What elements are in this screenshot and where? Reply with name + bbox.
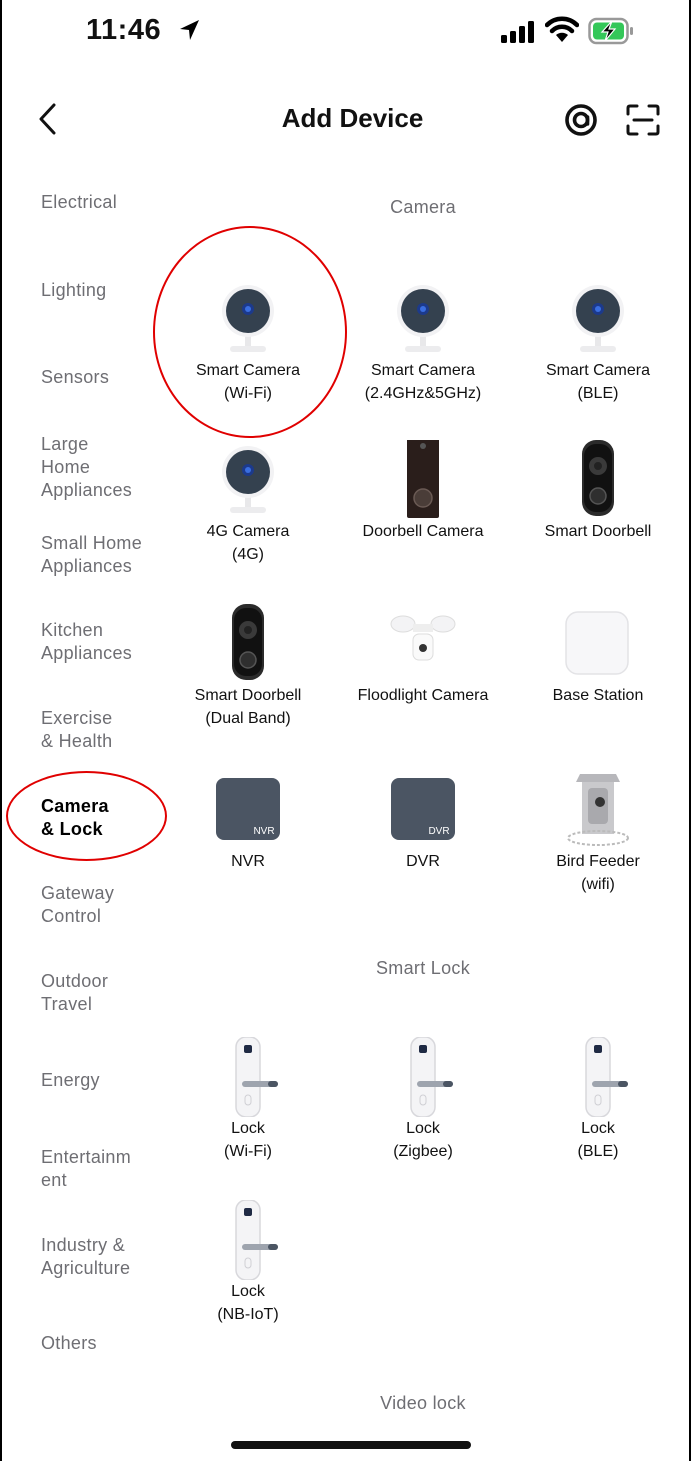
- device-tile-nvr[interactable]: NVR NVR: [163, 770, 333, 873]
- nvr-icon: NVR: [208, 770, 288, 850]
- device-tile-bird-feeder-wifi[interactable]: Bird Feeder (wifi): [513, 770, 683, 896]
- dvr-icon: DVR: [383, 770, 463, 850]
- doorbell-icon: [558, 440, 638, 520]
- device-tile-lock-ble[interactable]: Lock (BLE): [513, 1036, 683, 1163]
- sidebar-item-energy[interactable]: Energy: [41, 1069, 161, 1092]
- device-tile-smart-camera-ble[interactable]: Smart Camera (BLE): [513, 279, 683, 405]
- camera-icon: [558, 279, 638, 359]
- auto-scan-icon[interactable]: [564, 103, 598, 137]
- device-tile-4g-camera-4g[interactable]: 4G Camera (4G): [163, 440, 333, 566]
- lock-icon: [208, 1199, 288, 1281]
- device-label: Lock (NB-IoT): [217, 1283, 279, 1323]
- nvr-badge-text: NVR: [253, 826, 274, 837]
- location-arrow-icon: [180, 20, 199, 40]
- sidebar-item-large-home-appliances[interactable]: Large Home Appliances: [41, 433, 161, 502]
- device-label: Bird Feeder (wifi): [556, 853, 640, 893]
- device-tile-lock-nb-iot[interactable]: Lock (NB-IoT): [163, 1199, 333, 1326]
- device-label: DVR: [406, 853, 440, 870]
- device-label: Lock (Zigbee): [393, 1120, 453, 1160]
- device-label: Smart Doorbell: [544, 523, 652, 540]
- device-label: Lock (Wi-Fi): [224, 1120, 272, 1160]
- sidebar-item-gateway-control[interactable]: Gateway Control: [41, 882, 161, 928]
- home-indicator: [231, 1441, 471, 1449]
- lock-icon: [208, 1036, 288, 1118]
- device-tile-smart-camera-2-4ghz-5ghz[interactable]: Smart Camera (2.4GHz&5GHz): [338, 279, 508, 405]
- doorbell-icon: [208, 604, 288, 684]
- device-label: NVR: [231, 853, 265, 870]
- device-label: Smart Camera (BLE): [545, 362, 651, 402]
- sidebar-item-small-home-appliances[interactable]: Small Home Appliances: [41, 532, 161, 578]
- sidebar-item-industry-agriculture[interactable]: Industry & Agriculture: [41, 1234, 161, 1280]
- sidebar-item-kitchen-appliances[interactable]: Kitchen Appliances: [41, 619, 161, 665]
- camera-icon: [383, 279, 463, 359]
- device-tile-lock-wi-fi[interactable]: Lock (Wi-Fi): [163, 1036, 333, 1163]
- device-tile-smart-doorbell[interactable]: Smart Doorbell: [513, 440, 683, 543]
- status-time: 11:46: [86, 14, 162, 46]
- sidebar-item-camera-lock[interactable]: Camera & Lock: [41, 795, 161, 841]
- sidebar-item-sensors[interactable]: Sensors: [41, 366, 161, 389]
- camera-icon: [208, 440, 288, 520]
- sidebar-item-outdoor-travel[interactable]: Outdoor Travel: [41, 970, 161, 1016]
- sidebar-item-others[interactable]: Others: [41, 1332, 161, 1355]
- wifi-icon: [545, 16, 579, 42]
- battery-charging-icon: [588, 17, 633, 45]
- section-header-smart-lock: Smart Lock: [375, 958, 471, 978]
- base-station-icon: [558, 604, 638, 684]
- sidebar-item-exercise-health[interactable]: Exercise & Health: [41, 707, 161, 753]
- lock-icon: [383, 1036, 463, 1118]
- device-label: 4G Camera (4G): [206, 523, 290, 563]
- sidebar-item-electrical[interactable]: Electrical: [41, 191, 161, 214]
- device-tile-doorbell-camera[interactable]: Doorbell Camera: [338, 438, 508, 543]
- device-tile-smart-camera-wi-fi[interactable]: Smart Camera (Wi-Fi): [163, 279, 333, 405]
- doorbell-tall-icon: [383, 438, 463, 520]
- sidebar-item-lighting[interactable]: Lighting: [41, 279, 161, 302]
- device-label: Doorbell Camera: [362, 523, 484, 540]
- camera-icon: [208, 279, 288, 359]
- sidebar-item-entertainm-ent[interactable]: Entertainm ent: [41, 1146, 161, 1192]
- signal-icon: [501, 21, 534, 43]
- device-label: Smart Doorbell (Dual Band): [194, 687, 302, 727]
- device-tile-base-station[interactable]: Base Station: [513, 604, 683, 707]
- dvr-badge-text: DVR: [428, 826, 449, 837]
- device-label: Smart Camera (2.4GHz&5GHz): [364, 362, 482, 402]
- lock-icon: [558, 1036, 638, 1118]
- device-label: Floodlight Camera: [357, 687, 489, 704]
- device-label: Lock (BLE): [577, 1120, 619, 1160]
- device-label: Smart Camera (Wi-Fi): [195, 362, 301, 402]
- bird-feeder-icon: [558, 770, 638, 850]
- device-tile-dvr[interactable]: DVR DVR: [338, 770, 508, 873]
- qr-scan-icon[interactable]: [625, 103, 661, 137]
- device-tile-smart-doorbell-dual-band[interactable]: Smart Doorbell (Dual Band): [163, 604, 333, 730]
- section-header-video-lock: Video lock: [380, 1393, 466, 1413]
- device-tile-lock-zigbee[interactable]: Lock (Zigbee): [338, 1036, 508, 1163]
- device-label: Base Station: [552, 687, 644, 704]
- section-header-camera: Camera: [390, 197, 456, 217]
- floodlight-icon: [383, 604, 463, 684]
- device-tile-floodlight-camera[interactable]: Floodlight Camera: [338, 604, 508, 707]
